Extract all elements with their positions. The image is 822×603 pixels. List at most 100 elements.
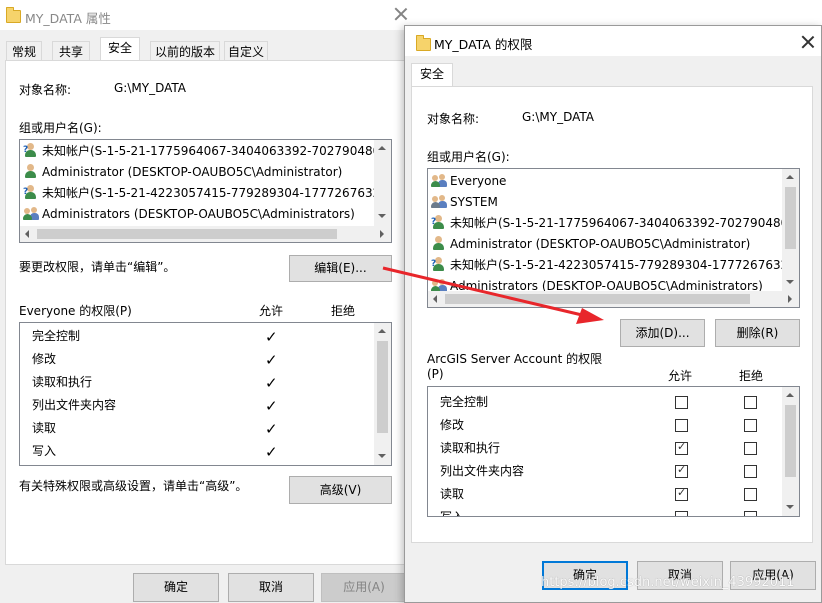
scroll-left-icon[interactable] — [25, 230, 29, 238]
allow-checkbox[interactable]: ✓ — [675, 463, 688, 478]
users-hscrollbar[interactable] — [20, 226, 391, 242]
permission-row: 写入 — [440, 510, 465, 517]
deny-checkbox[interactable] — [744, 465, 757, 478]
account-permissions-access-key: (P) — [427, 367, 444, 381]
user-icon — [431, 235, 447, 251]
everyone-permissions-label: Everyone 的权限(P) — [19, 304, 132, 318]
advanced-button[interactable]: 高级(V) — [289, 476, 392, 504]
edit-button[interactable]: 编辑(E)... — [289, 255, 392, 282]
tab-previous-versions[interactable]: 以前的版本 — [150, 41, 220, 61]
groups-label: 组或用户名(G): — [19, 121, 102, 135]
list-item[interactable]: Everyone — [431, 171, 506, 191]
deny-checkbox[interactable] — [744, 488, 757, 501]
groups-label: 组或用户名(G): — [427, 150, 510, 164]
properties-title: MY_DATA 属性 — [25, 11, 111, 26]
scroll-down-icon[interactable] — [378, 214, 386, 218]
users-vscrollbar[interactable] — [374, 140, 391, 226]
scroll-down-icon[interactable] — [786, 280, 794, 284]
list-item[interactable]: SYSTEM — [431, 192, 498, 212]
security-panel: 对象名称: G:\MY_DATA 组或用户名(G): ? 未知帐户(S-1-5-2… — [5, 60, 407, 565]
user-icon — [23, 163, 39, 179]
scroll-right-icon[interactable] — [380, 230, 384, 238]
scroll-up-icon[interactable] — [786, 175, 794, 179]
advanced-hint: 有关特殊权限或高级设置，请单击“高级”。 — [19, 479, 248, 493]
allow-checkbox[interactable]: ✓ — [675, 440, 688, 455]
properties-window: MY_DATA 属性 常规 共享 安全 以前的版本 自定义 对象名称: G:\M… — [0, 0, 415, 603]
cancel-button[interactable]: 取消 — [228, 573, 314, 602]
permission-row: 完全控制 — [32, 329, 81, 343]
permissions-window: MY_DATA 的权限 安全 对象名称: G:\MY_DATA 组或用户名(G)… — [404, 25, 822, 603]
permission-row: 读取 — [32, 421, 57, 435]
list-item[interactable]: ? 未知帐户(S-1-5-21-4223057415-779289304-1777… — [23, 183, 391, 203]
allow-check-icon: ✓ — [265, 328, 278, 346]
close-icon[interactable] — [800, 34, 816, 50]
tab-security[interactable]: 安全 — [100, 37, 140, 61]
account-permissions-label: ArcGIS Server Account 的权限 — [427, 352, 603, 366]
tab-sharing[interactable]: 共享 — [52, 41, 90, 61]
list-item[interactable]: ? 未知帐户(S-1-5-21-1775964067-3404063392-702… — [23, 141, 391, 161]
allow-check-icon: ✓ — [265, 420, 278, 438]
permission-row: 写入 — [32, 444, 57, 458]
checkmark-icon: ✓ — [677, 440, 687, 453]
scroll-up-icon[interactable] — [378, 146, 386, 150]
folder-icon — [6, 7, 21, 23]
users-list[interactable]: Everyone SYSTEM ? 未知帐户(S-1-5-21-177596406… — [427, 168, 800, 308]
allow-checkbox[interactable] — [675, 511, 688, 516]
object-name-label: 对象名称: — [19, 83, 72, 97]
allow-check-icon: ✓ — [265, 351, 278, 369]
list-item[interactable]: ? 未知帐户(S-1-5-21-1775964067-3404063392-702… — [431, 213, 799, 233]
permission-row: 完全控制 — [440, 395, 489, 409]
permission-row: 列出文件夹内容 — [32, 398, 117, 412]
checkmark-icon: ✓ — [677, 486, 687, 499]
tab-general[interactable]: 常规 — [6, 41, 42, 61]
list-item[interactable]: ? 未知帐户(S-1-5-21-4223057415-779289304-1777… — [431, 255, 799, 275]
allow-checkbox[interactable]: ✓ — [675, 486, 688, 501]
remove-button[interactable]: 删除(R) — [715, 319, 800, 347]
deny-checkbox[interactable] — [744, 442, 757, 455]
tab-customize[interactable]: 自定义 — [224, 41, 268, 61]
tab-security[interactable]: 安全 — [411, 63, 453, 87]
hscroll-thumb[interactable] — [445, 294, 750, 304]
allow-checkbox[interactable] — [675, 396, 688, 409]
deny-checkbox[interactable] — [744, 419, 757, 432]
group-icon — [431, 172, 447, 188]
permissions-list: 完全控制 修改 读取和执行 ✓ 列出文件夹内容 ✓ 读取 ✓ 写入 — [427, 386, 800, 517]
allow-column-header: 允许 — [259, 304, 284, 318]
vscroll-thumb[interactable] — [377, 341, 388, 433]
scroll-up-icon[interactable] — [786, 393, 794, 397]
users-hscrollbar[interactable] — [428, 291, 799, 307]
ok-button[interactable]: 确定 — [133, 573, 219, 602]
permission-row: 读取和执行 — [440, 441, 501, 455]
users-vscrollbar[interactable] — [782, 169, 799, 291]
vscroll-thumb[interactable] — [785, 187, 796, 249]
scroll-left-icon[interactable] — [433, 295, 437, 303]
scroll-up-icon[interactable] — [378, 329, 386, 333]
close-icon[interactable] — [393, 6, 409, 22]
list-item[interactable]: Administrator (DESKTOP-OAUBO5C\Administr… — [23, 162, 342, 182]
list-item[interactable]: Administrator (DESKTOP-OAUBO5C\Administr… — [431, 234, 750, 254]
vscroll-thumb[interactable] — [785, 405, 796, 477]
unknown-user-icon: ? — [431, 256, 447, 272]
allow-check-icon: ✓ — [265, 374, 278, 392]
add-button[interactable]: 添加(D)... — [620, 319, 705, 347]
list-item[interactable]: Administrators (DESKTOP-OAUBO5C\Administ… — [23, 204, 355, 224]
unknown-user-icon: ? — [23, 142, 39, 158]
object-name-value: G:\MY_DATA — [522, 110, 594, 124]
deny-checkbox[interactable] — [744, 396, 757, 409]
apply-button[interactable]: 应用(A) — [321, 573, 407, 602]
unknown-user-icon: ? — [23, 184, 39, 200]
hscroll-thumb[interactable] — [37, 229, 337, 239]
scroll-down-icon[interactable] — [378, 454, 386, 458]
deny-checkbox[interactable] — [744, 511, 757, 516]
deny-column-header: 拒绝 — [739, 369, 764, 383]
deny-column-header: 拒绝 — [331, 304, 356, 318]
permissions-vscrollbar[interactable] — [782, 387, 799, 516]
security-panel: 对象名称: G:\MY_DATA 组或用户名(G): Everyone SYST… — [411, 86, 813, 543]
folder-icon — [416, 35, 431, 51]
users-list[interactable]: ? 未知帐户(S-1-5-21-1775964067-3404063392-702… — [19, 139, 392, 243]
scroll-right-icon[interactable] — [788, 295, 792, 303]
allow-column-header: 允许 — [668, 369, 693, 383]
scroll-down-icon[interactable] — [786, 505, 794, 509]
allow-checkbox[interactable] — [675, 419, 688, 432]
permissions-vscrollbar[interactable] — [374, 323, 391, 465]
